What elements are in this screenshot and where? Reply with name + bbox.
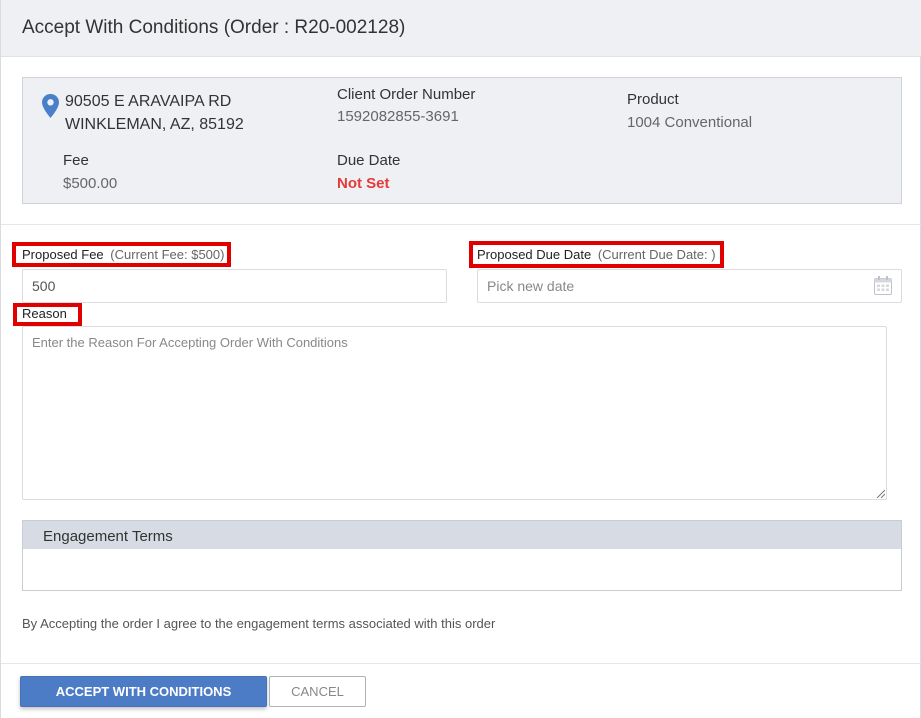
client-order-number-value: 1592082855-3691 [337, 108, 459, 125]
reason-label: Reason [22, 306, 67, 321]
proposed-fee-label: Proposed Fee (Current Fee: $500) [22, 247, 224, 262]
product-label: Product [627, 91, 679, 108]
address-line-1: 90505 E ARAVAIPA RD [65, 93, 232, 110]
proposed-due-date-input[interactable] [477, 269, 902, 303]
current-due-date-hint: (Current Due Date: ) [597, 247, 716, 262]
modal-header: Accept With Conditions (Order : R20-0021… [1, 0, 921, 57]
cancel-button[interactable]: CANCEL [269, 676, 366, 707]
engagement-terms-header: Engagement Terms [22, 520, 902, 550]
order-info-panel: 90505 E ARAVAIPA RD WINKLEMAN, AZ, 85192… [22, 77, 902, 204]
section-divider [1, 224, 921, 225]
footer-divider [1, 663, 921, 664]
address-line-2: WINKLEMAN, AZ, 85192 [65, 116, 244, 133]
proposed-due-date-label: Proposed Due Date (Current Due Date: ) [477, 247, 716, 262]
modal-title: Accept With Conditions (Order : R20-0021… [22, 17, 406, 38]
property-address: 90505 E ARAVAIPA RD WINKLEMAN, AZ, 85192 [65, 90, 244, 136]
resize-grip-icon[interactable] [875, 488, 885, 498]
proposed-fee-label-text: Proposed Fee [22, 247, 104, 262]
due-date-value: Not Set [337, 175, 390, 192]
accept-with-conditions-modal: Accept With Conditions (Order : R20-0021… [0, 0, 921, 718]
reason-textarea[interactable] [22, 326, 887, 500]
accept-with-conditions-button[interactable]: ACCEPT WITH CONDITIONS [20, 676, 267, 707]
current-fee-hint: (Current Fee: $500) [110, 247, 225, 262]
product-value: 1004 Conventional [627, 114, 753, 131]
proposed-fee-input[interactable] [22, 269, 447, 303]
proposed-due-date-label-text: Proposed Due Date [477, 247, 592, 262]
due-date-label: Due Date [337, 152, 401, 169]
client-order-number-label: Client Order Number [337, 86, 476, 103]
calendar-icon[interactable] [874, 276, 892, 295]
map-pin-icon [42, 94, 59, 118]
agreement-text: By Accepting the order I agree to the en… [22, 616, 496, 631]
fee-value: $500.00 [63, 175, 118, 192]
fee-label: Fee [63, 152, 89, 169]
engagement-terms-title: Engagement Terms [43, 528, 173, 545]
engagement-terms-body [22, 549, 902, 591]
